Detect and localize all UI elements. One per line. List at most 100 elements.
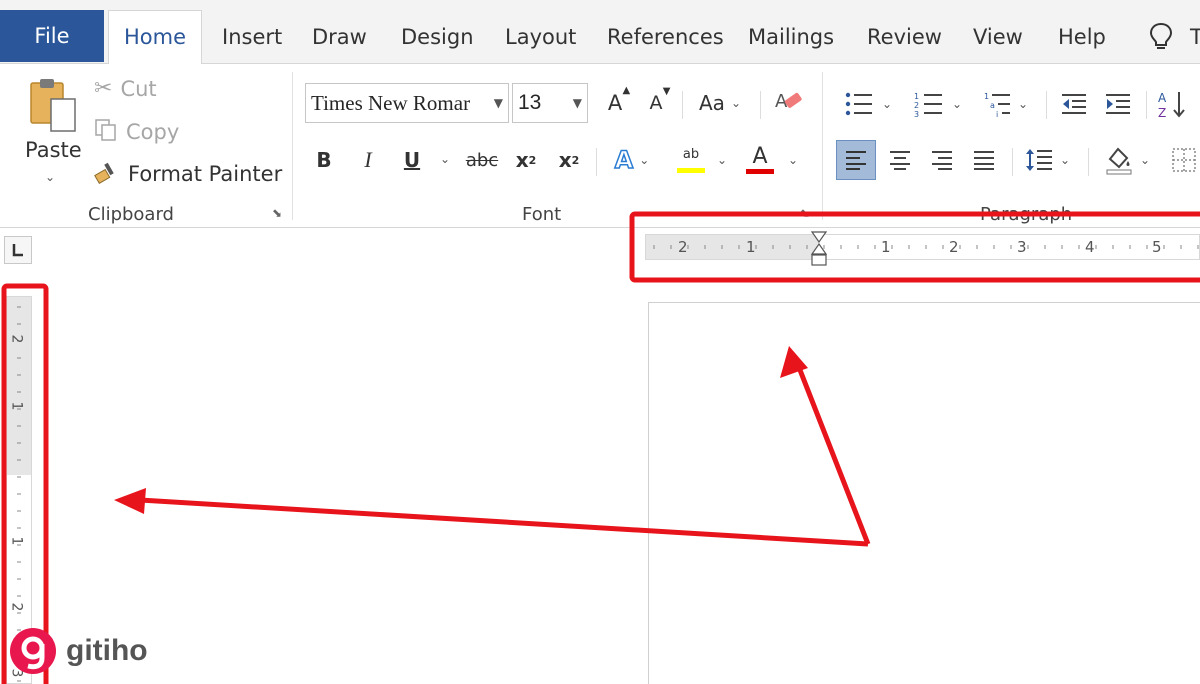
font-color-button[interactable]: A ⌄	[742, 140, 802, 180]
tab-home[interactable]: Home	[108, 10, 202, 65]
arrowhead-left	[114, 488, 146, 514]
font-color-swatch	[745, 169, 774, 174]
clipboard-launcher-icon[interactable]: ⬊	[272, 206, 282, 220]
lightbulb-icon[interactable]	[1148, 22, 1174, 56]
document-page[interactable]	[648, 302, 1200, 684]
chevron-down-icon: ⌄	[730, 96, 741, 110]
svg-text:a: a	[990, 101, 995, 110]
tab-insert[interactable]: Insert	[222, 12, 282, 62]
text-effects-icon: A	[614, 145, 634, 175]
cut-button[interactable]: ✂ Cut	[94, 76, 157, 101]
change-case-button[interactable]: Aa ⌄	[693, 86, 747, 120]
increase-indent-icon	[1106, 94, 1130, 114]
chevron-down-icon: ▼	[493, 96, 503, 110]
bold-button[interactable]: B	[308, 142, 340, 178]
increase-indent-button[interactable]	[1100, 86, 1136, 122]
underline-button[interactable]: U	[396, 142, 428, 178]
format-painter-label: Format Painter	[128, 162, 283, 186]
indent-marker-icon[interactable]	[810, 231, 828, 267]
tab-help[interactable]: Help	[1058, 12, 1106, 62]
chevron-down-icon: ⌄	[1017, 97, 1029, 111]
strikethrough-button[interactable]: abc	[462, 142, 502, 178]
grow-font-button[interactable]: A ▲	[600, 85, 630, 120]
sort-button[interactable]: AZ	[1154, 86, 1190, 122]
tab-tell-me[interactable]: T	[1190, 12, 1200, 62]
tab-mailings[interactable]: Mailings	[748, 12, 834, 62]
numbering-icon: 123	[914, 92, 942, 117]
shading-button[interactable]: ⌄	[1096, 140, 1158, 180]
tab-review[interactable]: Review	[867, 12, 942, 62]
numbering-button[interactable]: 123 ⌄	[908, 86, 968, 122]
superscript-mark: 2	[571, 153, 580, 167]
justify-button[interactable]	[964, 140, 1004, 180]
chevron-down-icon: ⌄	[1059, 153, 1071, 167]
decrease-indent-button[interactable]	[1056, 86, 1092, 122]
paste-label[interactable]: Paste	[25, 138, 82, 162]
tab-layout[interactable]: Layout	[505, 12, 576, 62]
watermark-text: gitiho	[66, 634, 148, 667]
text-effects-button[interactable]: A ⌄	[604, 142, 660, 178]
borders-button[interactable]	[1168, 140, 1200, 180]
chevron-down-icon: ⌄	[639, 153, 650, 167]
chevron-down-icon: ⌄	[951, 97, 963, 111]
subscript-mark: 2	[528, 153, 537, 167]
subscript-base: x	[515, 148, 529, 172]
ruler-tick-label: 1	[8, 401, 25, 411]
horizontal-ruler[interactable]: 2 1 1 2 3 4 5	[645, 231, 1200, 266]
ruler-minor-ticks	[653, 245, 1199, 249]
tab-references[interactable]: References	[607, 12, 724, 62]
font-name-value: Times New Romar	[311, 91, 471, 115]
ribbon-tab-bar: File Home Insert Draw Design Layout Refe…	[0, 0, 1200, 65]
italic-button[interactable]: I	[352, 142, 384, 178]
highlight-color-button[interactable]: ab ⌄	[672, 140, 732, 180]
font-name-combobox[interactable]: Times New Romar ▼	[305, 83, 509, 123]
align-left-button[interactable]	[836, 140, 876, 180]
superscript-button[interactable]: x2	[553, 142, 585, 178]
format-painter-button[interactable]: Format Painter	[94, 160, 282, 188]
paste-dropdown-icon[interactable]: ⌄	[45, 170, 55, 184]
tab-file[interactable]: File	[0, 10, 104, 62]
font-size-value: 13	[518, 91, 542, 114]
align-center-icon	[890, 151, 910, 170]
shrink-font-icon: A ▼	[649, 86, 671, 114]
align-right-button[interactable]	[922, 140, 962, 180]
font-launcher-icon[interactable]: ⬊	[800, 206, 810, 220]
left-tab-icon	[12, 244, 23, 257]
paste-icon[interactable]	[22, 76, 82, 136]
gitiho-logo-icon	[10, 628, 56, 674]
shrink-font-button[interactable]: A ▼	[641, 86, 671, 120]
ruler-tick-label: 4	[1085, 238, 1095, 256]
copy-button[interactable]: Copy	[94, 118, 179, 146]
tab-stop-selector[interactable]	[4, 236, 32, 264]
tab-view[interactable]: View	[973, 12, 1023, 62]
tab-design[interactable]: Design	[401, 12, 474, 62]
svg-text:2: 2	[914, 101, 919, 110]
highlight-swatch	[676, 167, 705, 173]
tab-draw[interactable]: Draw	[312, 12, 367, 62]
svg-text:1: 1	[914, 92, 919, 101]
clear-formatting-button[interactable]: A	[770, 86, 806, 120]
superscript-base: x	[558, 148, 572, 172]
svg-text:Z: Z	[1158, 106, 1166, 119]
line-spacing-button[interactable]: ⌄	[1018, 140, 1076, 180]
clipboard-group-label: Clipboard	[88, 204, 174, 225]
gitiho-watermark: gitiho	[8, 626, 148, 676]
cut-label: Cut	[120, 76, 157, 101]
ruler-tick-label: 5	[1152, 238, 1162, 256]
ruler-tick-label: 1	[8, 536, 25, 546]
divider	[1046, 91, 1047, 119]
underline-dropdown-icon[interactable]: ⌄	[440, 152, 450, 166]
divider	[1146, 91, 1147, 119]
justify-icon	[974, 151, 994, 170]
copy-label: Copy	[126, 120, 180, 144]
bullets-button[interactable]: ⌄	[838, 86, 898, 122]
font-size-combobox[interactable]: 13 ▼	[512, 83, 588, 123]
subscript-button[interactable]: x2	[510, 142, 542, 178]
line-spacing-icon	[1025, 149, 1052, 171]
paint-bucket-icon	[1106, 147, 1132, 175]
multilevel-list-button[interactable]: 1ai ⌄	[978, 86, 1034, 122]
align-center-button[interactable]	[880, 140, 920, 180]
ruler-tick-label: 2	[678, 238, 688, 256]
paragraph-group-label: Paragraph	[980, 204, 1073, 225]
sort-icon: AZ	[1158, 91, 1185, 119]
